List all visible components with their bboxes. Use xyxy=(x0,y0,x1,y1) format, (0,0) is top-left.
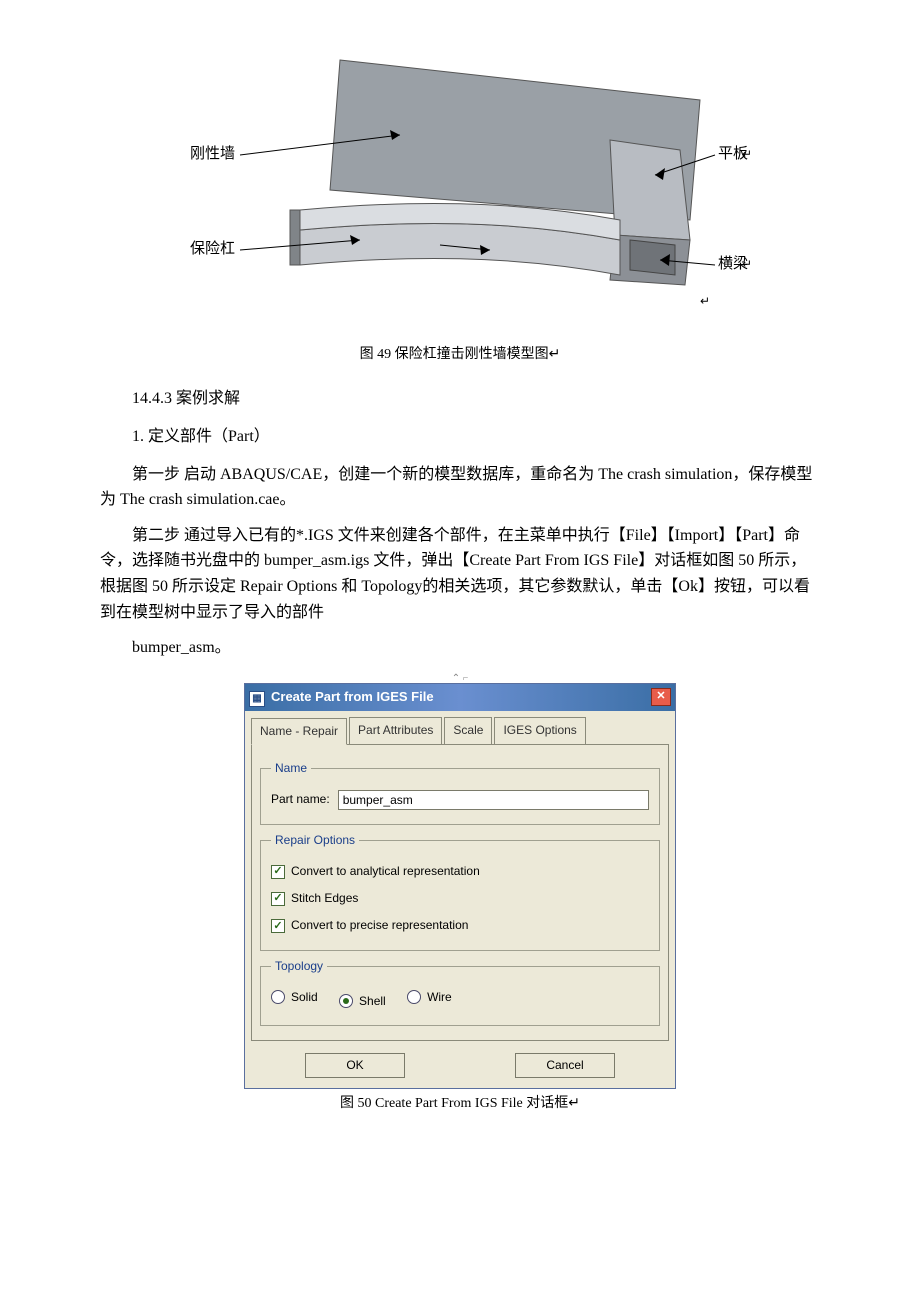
svg-text:↵: ↵ xyxy=(700,294,710,308)
checkbox-analytical[interactable]: Convert to analytical representation xyxy=(271,862,480,881)
ok-button[interactable]: OK xyxy=(305,1053,405,1078)
tab-iges-options[interactable]: IGES Options xyxy=(494,717,585,744)
checkbox-stitch[interactable]: Stitch Edges xyxy=(271,889,358,908)
paragraph-step2: 第二步 通过导入已有的*.IGS 文件来创建各个部件，在主菜单中执行【File】… xyxy=(100,523,820,625)
tab-scale[interactable]: Scale xyxy=(444,717,492,744)
paragraph-bumper-asm: bumper_asm。 xyxy=(100,635,820,661)
check-icon xyxy=(271,865,285,879)
dialog-tabs: Name - Repair Part Attributes Scale IGES… xyxy=(245,711,675,744)
fieldset-name: Name Part name: xyxy=(260,759,660,825)
part-name-label: Part name: xyxy=(271,790,330,809)
tab-part-attributes[interactable]: Part Attributes xyxy=(349,717,442,744)
paragraph-step1: 第一步 启动 ABAQUS/CAE，创建一个新的模型数据库，重命名为 The c… xyxy=(100,462,820,513)
section-subtitle: 1. 定义部件（Part） xyxy=(100,424,820,450)
close-icon[interactable]: ✕ xyxy=(651,688,671,706)
tab-name-repair[interactable]: Name - Repair xyxy=(251,718,347,745)
checkbox-analytical-label: Convert to analytical representation xyxy=(291,862,480,881)
radio-wire-label: Wire xyxy=(427,988,452,1007)
bumper-model-svg: 刚性墙 保险杠 平板 横梁 ↵ ↵ ↵ xyxy=(160,40,760,340)
app-icon: ▦ xyxy=(249,691,265,707)
radio-icon xyxy=(339,994,353,1008)
part-name-input[interactable] xyxy=(338,790,649,810)
figure-50-caption: 图 50 Create Part From IGS File 对话框↵ xyxy=(100,1093,820,1115)
fieldset-repair: Repair Options Convert to analytical rep… xyxy=(260,831,660,951)
radio-wire[interactable]: Wire xyxy=(407,988,452,1007)
checkbox-stitch-label: Stitch Edges xyxy=(291,889,358,908)
dialog-panel: Name Part name: Repair Options Convert t… xyxy=(251,744,669,1041)
svg-text:↵: ↵ xyxy=(742,147,752,161)
checkbox-precise[interactable]: Convert to precise representation xyxy=(271,916,468,935)
radio-solid-label: Solid xyxy=(291,988,318,1007)
radio-icon xyxy=(407,990,421,1004)
create-part-dialog: ▦ Create Part from IGES File ✕ Name - Rep… xyxy=(244,683,676,1089)
cancel-button[interactable]: Cancel xyxy=(515,1053,615,1078)
checkbox-precise-label: Convert to precise representation xyxy=(291,916,468,935)
figure-49: 刚性墙 保险杠 平板 横梁 ↵ ↵ ↵ 图 49 保险杠撞击刚性墙模型图↵ xyxy=(100,40,820,366)
legend-repair: Repair Options xyxy=(271,831,359,850)
label-rigidwall: 刚性墙 xyxy=(190,145,235,162)
check-icon xyxy=(271,919,285,933)
radio-icon xyxy=(271,990,285,1004)
radio-shell-label: Shell xyxy=(359,992,386,1011)
dialog-title: Create Part from IGES File xyxy=(271,689,434,704)
figure-49-caption: 图 49 保险杠撞击刚性墙模型图↵ xyxy=(100,344,820,366)
svg-text:↵: ↵ xyxy=(742,257,752,271)
dialog-titlebar: ▦ Create Part from IGES File ✕ xyxy=(245,684,675,711)
legend-name: Name xyxy=(271,759,311,778)
radio-solid[interactable]: Solid xyxy=(271,988,318,1007)
fieldset-topology: Topology Solid Shell Wire xyxy=(260,957,660,1026)
radio-shell[interactable]: Shell xyxy=(339,992,386,1011)
legend-topology: Topology xyxy=(271,957,327,976)
label-bumper: 保险杠 xyxy=(190,240,235,257)
section-number: 14.4.3 案例求解 xyxy=(100,386,820,412)
check-icon xyxy=(271,892,285,906)
